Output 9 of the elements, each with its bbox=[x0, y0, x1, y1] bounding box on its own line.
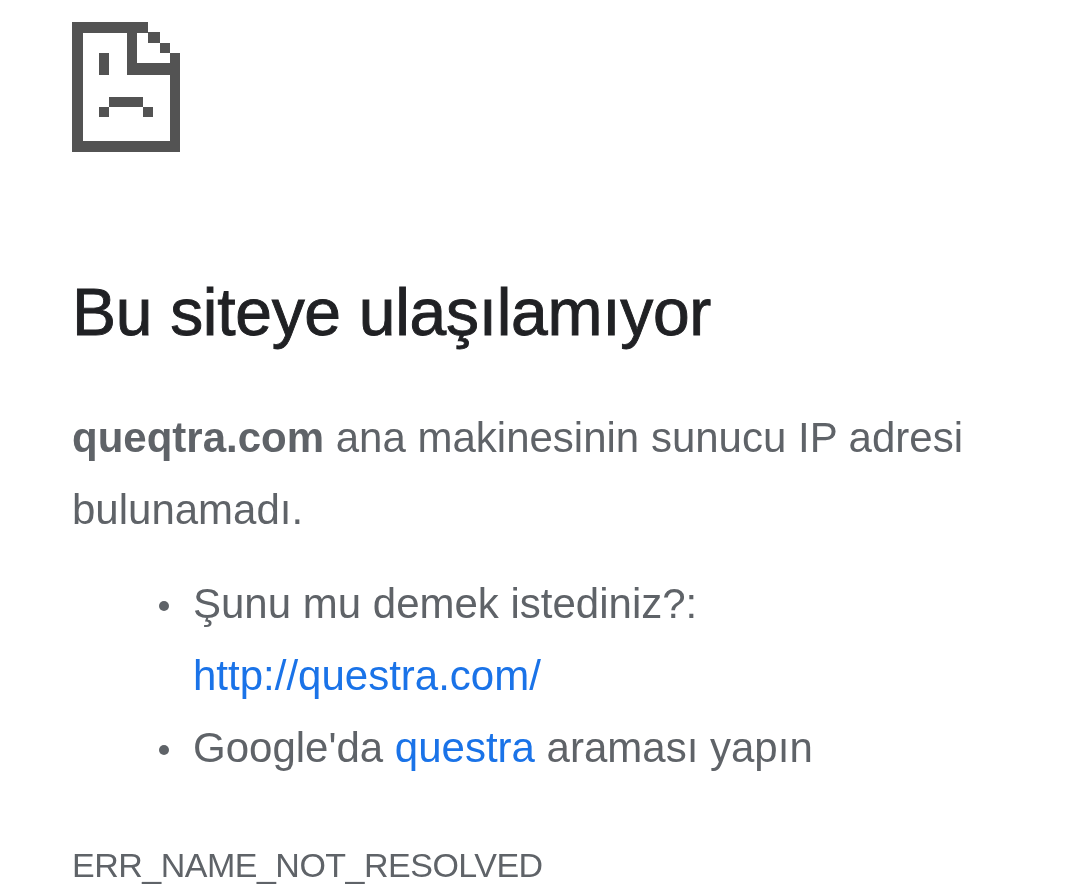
bullet-icon bbox=[159, 745, 169, 755]
sad-page-icon bbox=[72, 22, 180, 152]
bullet-icon bbox=[159, 601, 169, 611]
page-heading: Bu siteye ulaşılamıyor bbox=[72, 274, 711, 351]
error-message: queqtra.com ana makinesinin sunucu IP adresi bulunamadı. bbox=[72, 413, 964, 535]
suggestion-text: Google'da questra araması yapın bbox=[193, 723, 813, 773]
error-code: ERR_NAME_NOT_RESOLVED bbox=[72, 845, 543, 885]
suggestion-link[interactable]: questra bbox=[394, 724, 535, 771]
suggestion-link[interactable]: http://questra.com/ bbox=[193, 652, 541, 699]
